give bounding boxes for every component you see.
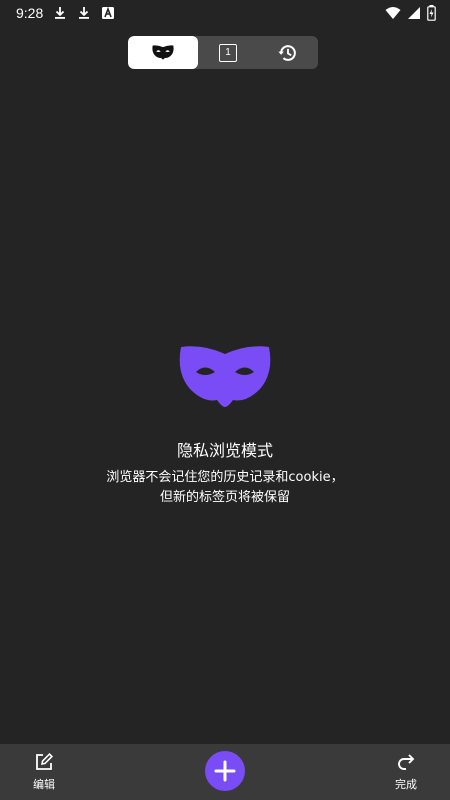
tab-incognito[interactable] bbox=[128, 36, 198, 69]
status-bar-left: 9:28 bbox=[16, 5, 115, 21]
download-icon bbox=[55, 7, 66, 19]
description-line-2: 但新的标签页将被保留 bbox=[159, 490, 290, 505]
tab-switcher: 1 bbox=[128, 36, 318, 69]
wifi-icon bbox=[385, 7, 401, 19]
redo-arrow-icon bbox=[398, 754, 415, 770]
done-button[interactable]: 完成 bbox=[388, 752, 424, 792]
mask-icon bbox=[152, 45, 174, 60]
plus-icon bbox=[214, 760, 236, 782]
tab-count: 1 bbox=[225, 47, 231, 58]
battery-icon bbox=[427, 5, 436, 21]
edit-icon bbox=[36, 752, 54, 770]
bottom-bar: 编辑 完成 bbox=[0, 744, 450, 800]
incognito-mask-icon bbox=[179, 346, 271, 407]
incognito-title: 隐私浏览模式 bbox=[176, 441, 273, 460]
download-icon bbox=[79, 7, 90, 19]
add-tab-button[interactable] bbox=[205, 751, 245, 791]
tab-count-icon: 1 bbox=[219, 43, 237, 62]
edit-label: 编辑 bbox=[33, 778, 55, 791]
status-time: 9:28 bbox=[16, 5, 44, 21]
tab-open-tabs[interactable]: 1 bbox=[198, 36, 258, 69]
text-a-icon bbox=[102, 6, 115, 19]
incognito-tab-manager-screen: 9:28 1 隐私浏览模式 浏览器不会记住您的历史记录和cookie， 但新的标… bbox=[0, 0, 450, 800]
edit-button[interactable]: 编辑 bbox=[26, 752, 62, 792]
tab-history[interactable] bbox=[258, 36, 318, 69]
status-bar-right bbox=[385, 5, 436, 21]
status-bar: 9:28 bbox=[0, 0, 450, 26]
incognito-description: 浏览器不会记住您的历史记录和cookie， 但新的标签页将被保留 bbox=[0, 468, 450, 508]
signal-icon bbox=[408, 7, 420, 19]
done-label: 完成 bbox=[395, 778, 417, 791]
description-line-1: 浏览器不会记住您的历史记录和cookie， bbox=[106, 470, 344, 485]
history-icon bbox=[278, 44, 296, 61]
